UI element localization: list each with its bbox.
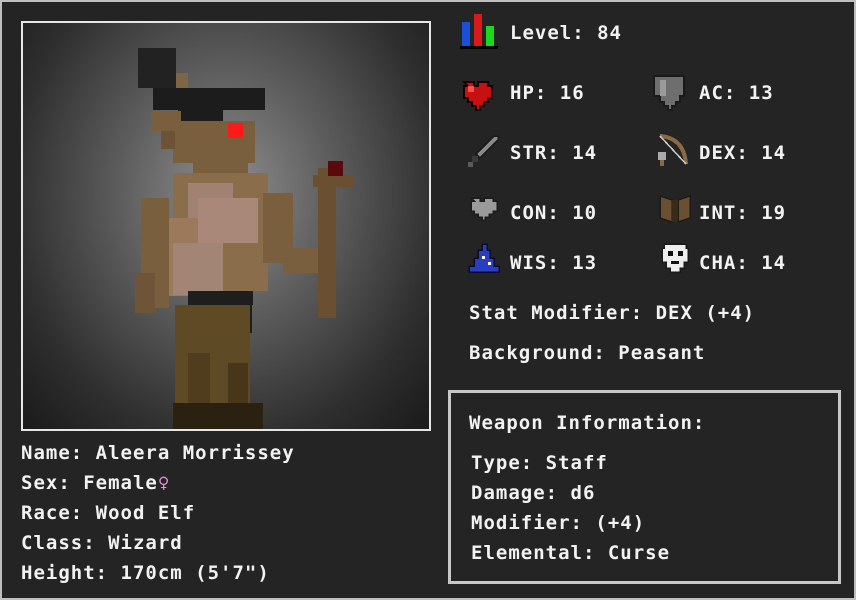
weapon-elemental: Elemental: Curse [471, 542, 671, 564]
character-class: Class: Wizard [21, 532, 183, 554]
character-race: Race: Wood Elf [21, 502, 196, 524]
hp-value: HP: 16 [510, 82, 585, 104]
character-height: Height: 170cm (5'7") [21, 562, 270, 584]
weapon-damage: Damage: d6 [471, 482, 596, 504]
bow-icon [658, 134, 688, 166]
grey-heart-icon [469, 197, 498, 221]
weapon-type: Type: Staff [471, 452, 608, 474]
int-value: INT: 19 [699, 202, 787, 224]
cha-value: CHA: 14 [699, 252, 787, 274]
character-name: Name: Aleera Morrissey [21, 442, 295, 464]
str-value: STR: 14 [510, 142, 598, 164]
character-sprite [135, 48, 353, 429]
con-value: CON: 10 [510, 202, 598, 224]
book-icon [659, 194, 691, 224]
wis-value: WIS: 13 [510, 252, 598, 274]
weapon-info-header: Weapon Information: [469, 412, 706, 434]
level-value: Level: 84 [510, 22, 622, 44]
ac-value: AC: 13 [699, 82, 774, 104]
sword-icon [468, 135, 499, 167]
level-bars-icon [460, 14, 498, 49]
character-portrait [21, 21, 431, 431]
weapon-modifier: Modifier: (+4) [471, 512, 646, 534]
heart-icon [461, 81, 493, 111]
shield-icon [653, 75, 685, 111]
mask-icon [661, 243, 689, 273]
stat-modifier: Stat Modifier: DEX (+4) [469, 302, 756, 324]
background: Background: Peasant [469, 342, 706, 364]
dex-value: DEX: 14 [699, 142, 787, 164]
character-sex: Sex: Female♀ [21, 472, 170, 494]
female-symbol-icon: ♀ [157, 472, 171, 494]
character-sheet: Name: Aleera Morrissey Sex: Female♀ Race… [0, 0, 856, 600]
wizard-hat-icon [468, 243, 500, 273]
character-sex-label: Sex: Female [21, 472, 158, 494]
